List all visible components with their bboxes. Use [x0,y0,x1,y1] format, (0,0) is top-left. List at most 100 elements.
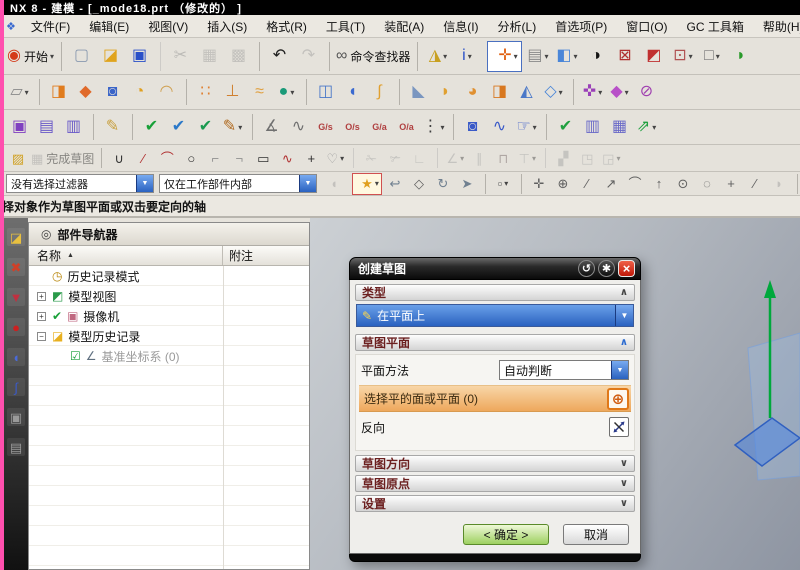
delete-face-button[interactable]: ⊘ [634,79,659,105]
menu-view[interactable]: 视图(V) [137,16,196,37]
cancel-button[interactable]: 取消 [563,524,629,545]
fit-view-button[interactable]: ✛ ▾ [487,40,523,72]
rotate-view-button[interactable]: ↻ [432,174,454,194]
snap-point-toggle[interactable]: ★ ▾ [352,172,382,195]
dock-curve-icon[interactable]: ◖ [7,348,25,366]
constraints-button[interactable]: ∠ ▾ [437,148,466,168]
spreadsheet-button[interactable]: ▦ [607,114,632,140]
list-options-button[interactable]: ⋮ ▾ [421,114,446,140]
start-button[interactable]: ◉ 开始 ▾ [7,42,54,71]
offset-region-button[interactable]: ◆ ▾ [607,79,632,105]
menu-file[interactable]: 文件(F) [20,16,78,37]
select-face-row[interactable]: 选择平的面或平面 (0) ⊕ [359,385,631,412]
redo-button[interactable]: ↷ [295,42,322,71]
edit-text-button[interactable]: ✎ ▾ [220,114,245,140]
tree-row-datum-csys[interactable]: ☑ ∠ 基准坐标系 (0) [29,346,309,366]
tree-expander[interactable]: − [37,331,46,341]
auto-dimension-button[interactable]: ⊤ ▾ [516,148,538,168]
dock-roles-icon[interactable]: ◪ [7,228,25,246]
bend-button[interactable]: ∫ [367,79,392,105]
section-header-settings[interactable]: 设置 ∨ [355,495,635,512]
deviation-check-button[interactable]: ∿ [286,114,311,140]
combo-dropdown-icon[interactable]: ▼ [136,175,153,192]
tree-expander[interactable]: + [37,311,46,321]
datum-plane-button[interactable]: ▱ ▾ [7,79,32,105]
rollback-button[interactable]: ↩ [384,174,406,194]
show-solid-button[interactable]: ◇ [408,174,430,194]
snap-quadrant-button[interactable]: ◌ [696,174,718,194]
new-file-button[interactable]: ▢ [61,41,95,71]
box-feature-button[interactable]: ◨ [487,79,512,105]
dock-panel-icon[interactable]: ▣ [7,408,25,426]
unite-button[interactable]: ● ▾ [274,79,299,105]
render-style-button[interactable]: ◑ [582,42,609,71]
layer-settings-button[interactable]: ▤ [34,114,59,140]
sketch-type-combo[interactable]: ✎ 在平面上 ▼ [356,304,634,327]
close-icon[interactable]: × [618,260,635,277]
grip-tool-button[interactable]: ☞ ▾ [514,114,539,140]
edge-blend-button[interactable]: ◗ [433,79,458,105]
combo-dropdown-icon[interactable]: ▼ [611,361,628,379]
snap-center-button[interactable]: ⊙ [672,174,694,194]
info-button[interactable]: i ▾ [453,42,480,71]
heal-geometry-button[interactable]: ✔ [193,114,218,140]
trim-body-button[interactable]: ◫ [306,79,338,105]
section-header-type[interactable]: 类型 ∧ [355,284,635,301]
menu-assemblies[interactable]: 装配(A) [373,16,432,37]
tag-button[interactable]: ✎ [93,114,125,140]
snap-endpoint-button[interactable]: ↗ [600,174,622,194]
snap-curve-button[interactable]: ⌒ [624,174,646,194]
intersection-point-button[interactable]: ◲ ▾ [600,148,622,168]
background-button[interactable]: □ ▾ [698,42,725,71]
wireframe-cube-button[interactable]: ◇ ▾ [541,79,566,105]
dock-point-icon[interactable]: ● [7,318,25,336]
point-button[interactable]: + [300,148,322,168]
taper-button[interactable]: ◭ [514,79,539,105]
snap-face-button[interactable]: ◗ [768,174,790,194]
menu-help[interactable]: 帮助(H) [752,16,800,37]
gs-analysis-button[interactable]: G/s [313,114,338,140]
rectangle-button[interactable]: ▭ [252,148,274,168]
snap-vertical-button[interactable]: ↑ [648,174,670,194]
menu-gc-toolbox[interactable]: GC 工具箱 [676,16,752,37]
mirror-curve-button[interactable]: ◳ [576,148,598,168]
section-view-button[interactable]: ◩ [640,42,667,71]
snap-intersection-button[interactable]: ∕ [744,174,766,194]
undo-button[interactable]: ↶ [259,41,293,71]
fillet-button[interactable]: ⌐ [204,148,226,168]
sketch-in-task-button[interactable]: ◮ ▾ [417,41,451,71]
tree-row-model-views[interactable]: + ◩ 模型视图 [29,286,309,306]
section-header-orientation[interactable]: 草图方向 ∨ [355,455,635,472]
tree-row-model-history[interactable]: − ◪ 模型历史记录 [29,326,309,346]
chamfer-button[interactable]: ◣ [399,79,431,105]
check-mate-button[interactable]: ✔ [166,114,191,140]
reset-icon[interactable]: ↺ [578,260,595,277]
parallel-constraint-button[interactable]: ∥ [468,148,490,168]
snap-point-button[interactable]: + [720,174,742,194]
offset-curve-button[interactable]: ♡ ▾ [324,148,346,168]
dimension-button[interactable]: ⊓ [492,148,514,168]
column-header-name[interactable]: 名称 ▲ [29,246,223,265]
selection-filter-combo[interactable]: 没有选择过滤器 ▼ [6,174,154,193]
child-window-icon[interactable]: ❖ [6,20,16,33]
shaded-view-button[interactable]: ◧ ▾ [553,42,580,71]
oa-analysis-button[interactable]: O/a [394,114,419,140]
cut-button[interactable]: ✂ [160,41,194,71]
command-finder-button[interactable]: ∞ 命令查找器 [329,41,410,71]
menu-window[interactable]: 窗口(O) [615,16,675,37]
pocket-button[interactable]: ◠ [154,79,179,105]
gear-icon[interactable]: ✱ [598,260,615,277]
combo-dropdown-icon[interactable]: ▼ [615,305,633,326]
show-hide-button[interactable]: ▣ [7,114,32,140]
quick-trim-button[interactable]: ✁ [353,148,382,168]
pattern-curve-button[interactable]: ▞ [545,148,574,168]
marquee-select-button[interactable]: ▫ ▾ [485,173,514,194]
boss-button[interactable]: ◔ [127,79,152,105]
section-header-sketch-plane[interactable]: 草图平面 ∧ [355,334,635,351]
menu-insert[interactable]: 插入(S) [196,16,255,37]
make-corner-button[interactable]: ∟ [408,148,430,168]
menu-information[interactable]: 信息(I) [432,16,486,37]
save-button[interactable]: ▣ [126,42,153,71]
spring-tool-button[interactable]: ∿ [487,114,512,140]
tree-expander[interactable]: + [37,291,46,301]
